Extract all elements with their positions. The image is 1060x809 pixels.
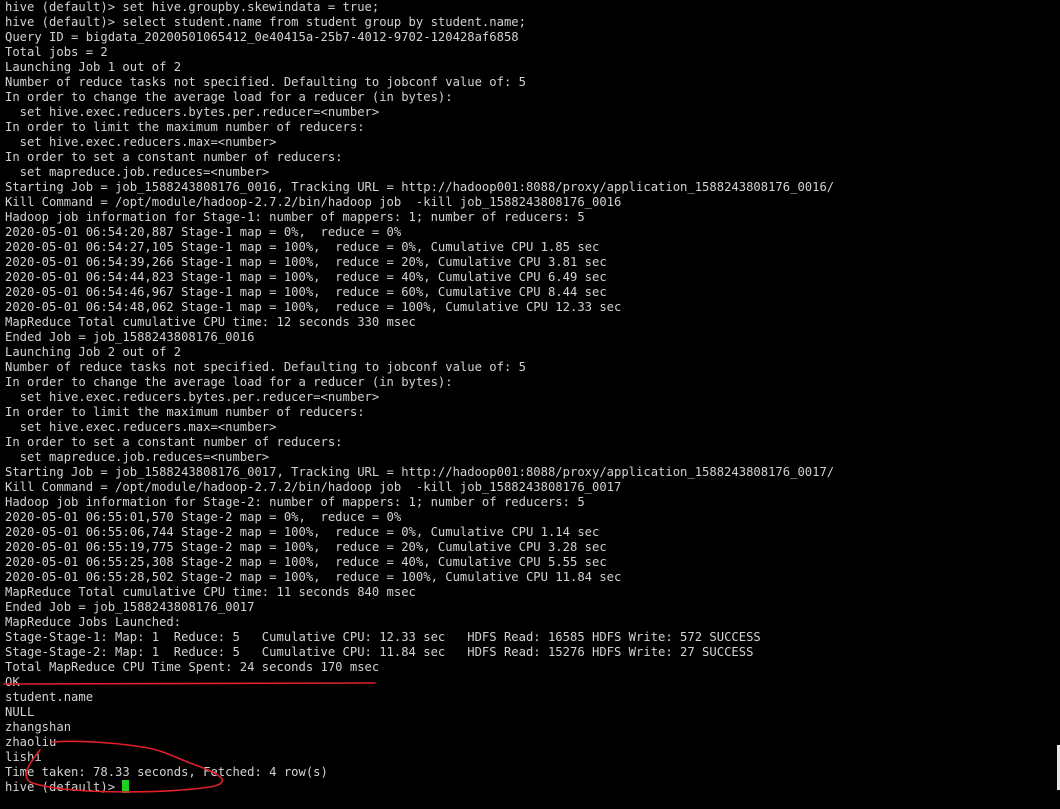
terminal-line: Hadoop job information for Stage-2: numb… [5, 495, 585, 509]
terminal-line: Time taken: 78.33 seconds, Fetched: 4 ro… [5, 765, 328, 779]
terminal-line: Kill Command = /opt/module/hadoop-2.7.2/… [5, 195, 622, 209]
terminal-line: Query ID = bigdata_20200501065412_0e4041… [5, 30, 519, 44]
terminal-line: In order to limit the maximum number of … [5, 405, 365, 419]
terminal-line: Hadoop job information for Stage-1: numb… [5, 210, 585, 224]
terminal-line: set hive.exec.reducers.bytes.per.reducer… [5, 390, 380, 404]
terminal-line: Launching Job 2 out of 2 [5, 345, 182, 359]
terminal-line: Stage-Stage-2: Map: 1 Reduce: 5 Cumulati… [5, 645, 754, 659]
terminal-line: Launching Job 1 out of 2 [5, 60, 182, 74]
terminal-output: hive (default)> set hive.groupby.skewind… [5, 0, 834, 795]
terminal-line: 2020-05-01 06:55:25,308 Stage-2 map = 10… [5, 555, 607, 569]
terminal-line: Ended Job = job_1588243808176_0017 [5, 600, 255, 614]
terminal-line: NULL [5, 705, 35, 719]
terminal-line: MapReduce Total cumulative CPU time: 12 … [5, 315, 416, 329]
terminal-line: 2020-05-01 06:54:27,105 Stage-1 map = 10… [5, 240, 600, 254]
terminal-line: 2020-05-01 06:55:06,744 Stage-2 map = 10… [5, 525, 600, 539]
terminal-line: Starting Job = job_1588243808176_0016, T… [5, 180, 835, 194]
terminal-line: Total MapReduce CPU Time Spent: 24 secon… [5, 660, 380, 674]
terminal-line: In order to change the average load for … [5, 90, 453, 104]
terminal-line: Number of reduce tasks not specified. De… [5, 75, 526, 89]
terminal-line: In order to limit the maximum number of … [5, 120, 365, 134]
terminal-line: Stage-Stage-1: Map: 1 Reduce: 5 Cumulati… [5, 630, 761, 644]
terminal-line: set hive.exec.reducers.max=<number> [5, 135, 277, 149]
terminal-line: 2020-05-01 06:54:44,823 Stage-1 map = 10… [5, 270, 607, 284]
terminal-line: Kill Command = /opt/module/hadoop-2.7.2/… [5, 480, 622, 494]
terminal-line: MapReduce Jobs Launched: [5, 615, 182, 629]
terminal-line: In order to set a constant number of red… [5, 435, 343, 449]
terminal-line: set hive.exec.reducers.max=<number> [5, 420, 277, 434]
terminal-line: Number of reduce tasks not specified. De… [5, 360, 526, 374]
terminal-line: Ended Job = job_1588243808176_0016 [5, 330, 255, 344]
terminal-window[interactable]: hive (default)> set hive.groupby.skewind… [0, 0, 1060, 809]
terminal-line: zhaoliu [5, 735, 57, 749]
terminal-line: student.name [5, 690, 94, 704]
terminal-line: In order to set a constant number of red… [5, 150, 343, 164]
terminal-line: 2020-05-01 06:54:48,062 Stage-1 map = 10… [5, 300, 622, 314]
terminal-line: 2020-05-01 06:55:19,775 Stage-2 map = 10… [5, 540, 607, 554]
terminal-line: 2020-05-01 06:54:20,887 Stage-1 map = 0%… [5, 225, 402, 239]
terminal-line: set mapreduce.job.reduces=<number> [5, 450, 270, 464]
terminal-line: hive (default)> set hive.groupby.skewind… [5, 0, 380, 14]
terminal-line: OK [5, 675, 20, 689]
terminal-line: lishi [5, 750, 42, 764]
terminal-line: In order to change the average load for … [5, 375, 453, 389]
prompt-text: hive (default)> [5, 780, 123, 794]
terminal-line: set hive.exec.reducers.bytes.per.reducer… [5, 105, 380, 119]
terminal-line: Starting Job = job_1588243808176_0017, T… [5, 465, 835, 479]
terminal-line: Total jobs = 2 [5, 45, 108, 59]
terminal-line: MapReduce Total cumulative CPU time: 11 … [5, 585, 416, 599]
cursor [122, 780, 130, 793]
terminal-line: 2020-05-01 06:55:01,570 Stage-2 map = 0%… [5, 510, 402, 524]
terminal-line: 2020-05-01 06:55:28,502 Stage-2 map = 10… [5, 570, 622, 584]
terminal-line: set mapreduce.job.reduces=<number> [5, 165, 270, 179]
terminal-line: hive (default)> select student.name from… [5, 15, 526, 29]
terminal-line: zhangshan [5, 720, 72, 734]
prompt-line[interactable]: hive (default)> [5, 780, 834, 795]
terminal-line: 2020-05-01 06:54:39,266 Stage-1 map = 10… [5, 255, 607, 269]
terminal-line: 2020-05-01 06:54:46,967 Stage-1 map = 10… [5, 285, 607, 299]
